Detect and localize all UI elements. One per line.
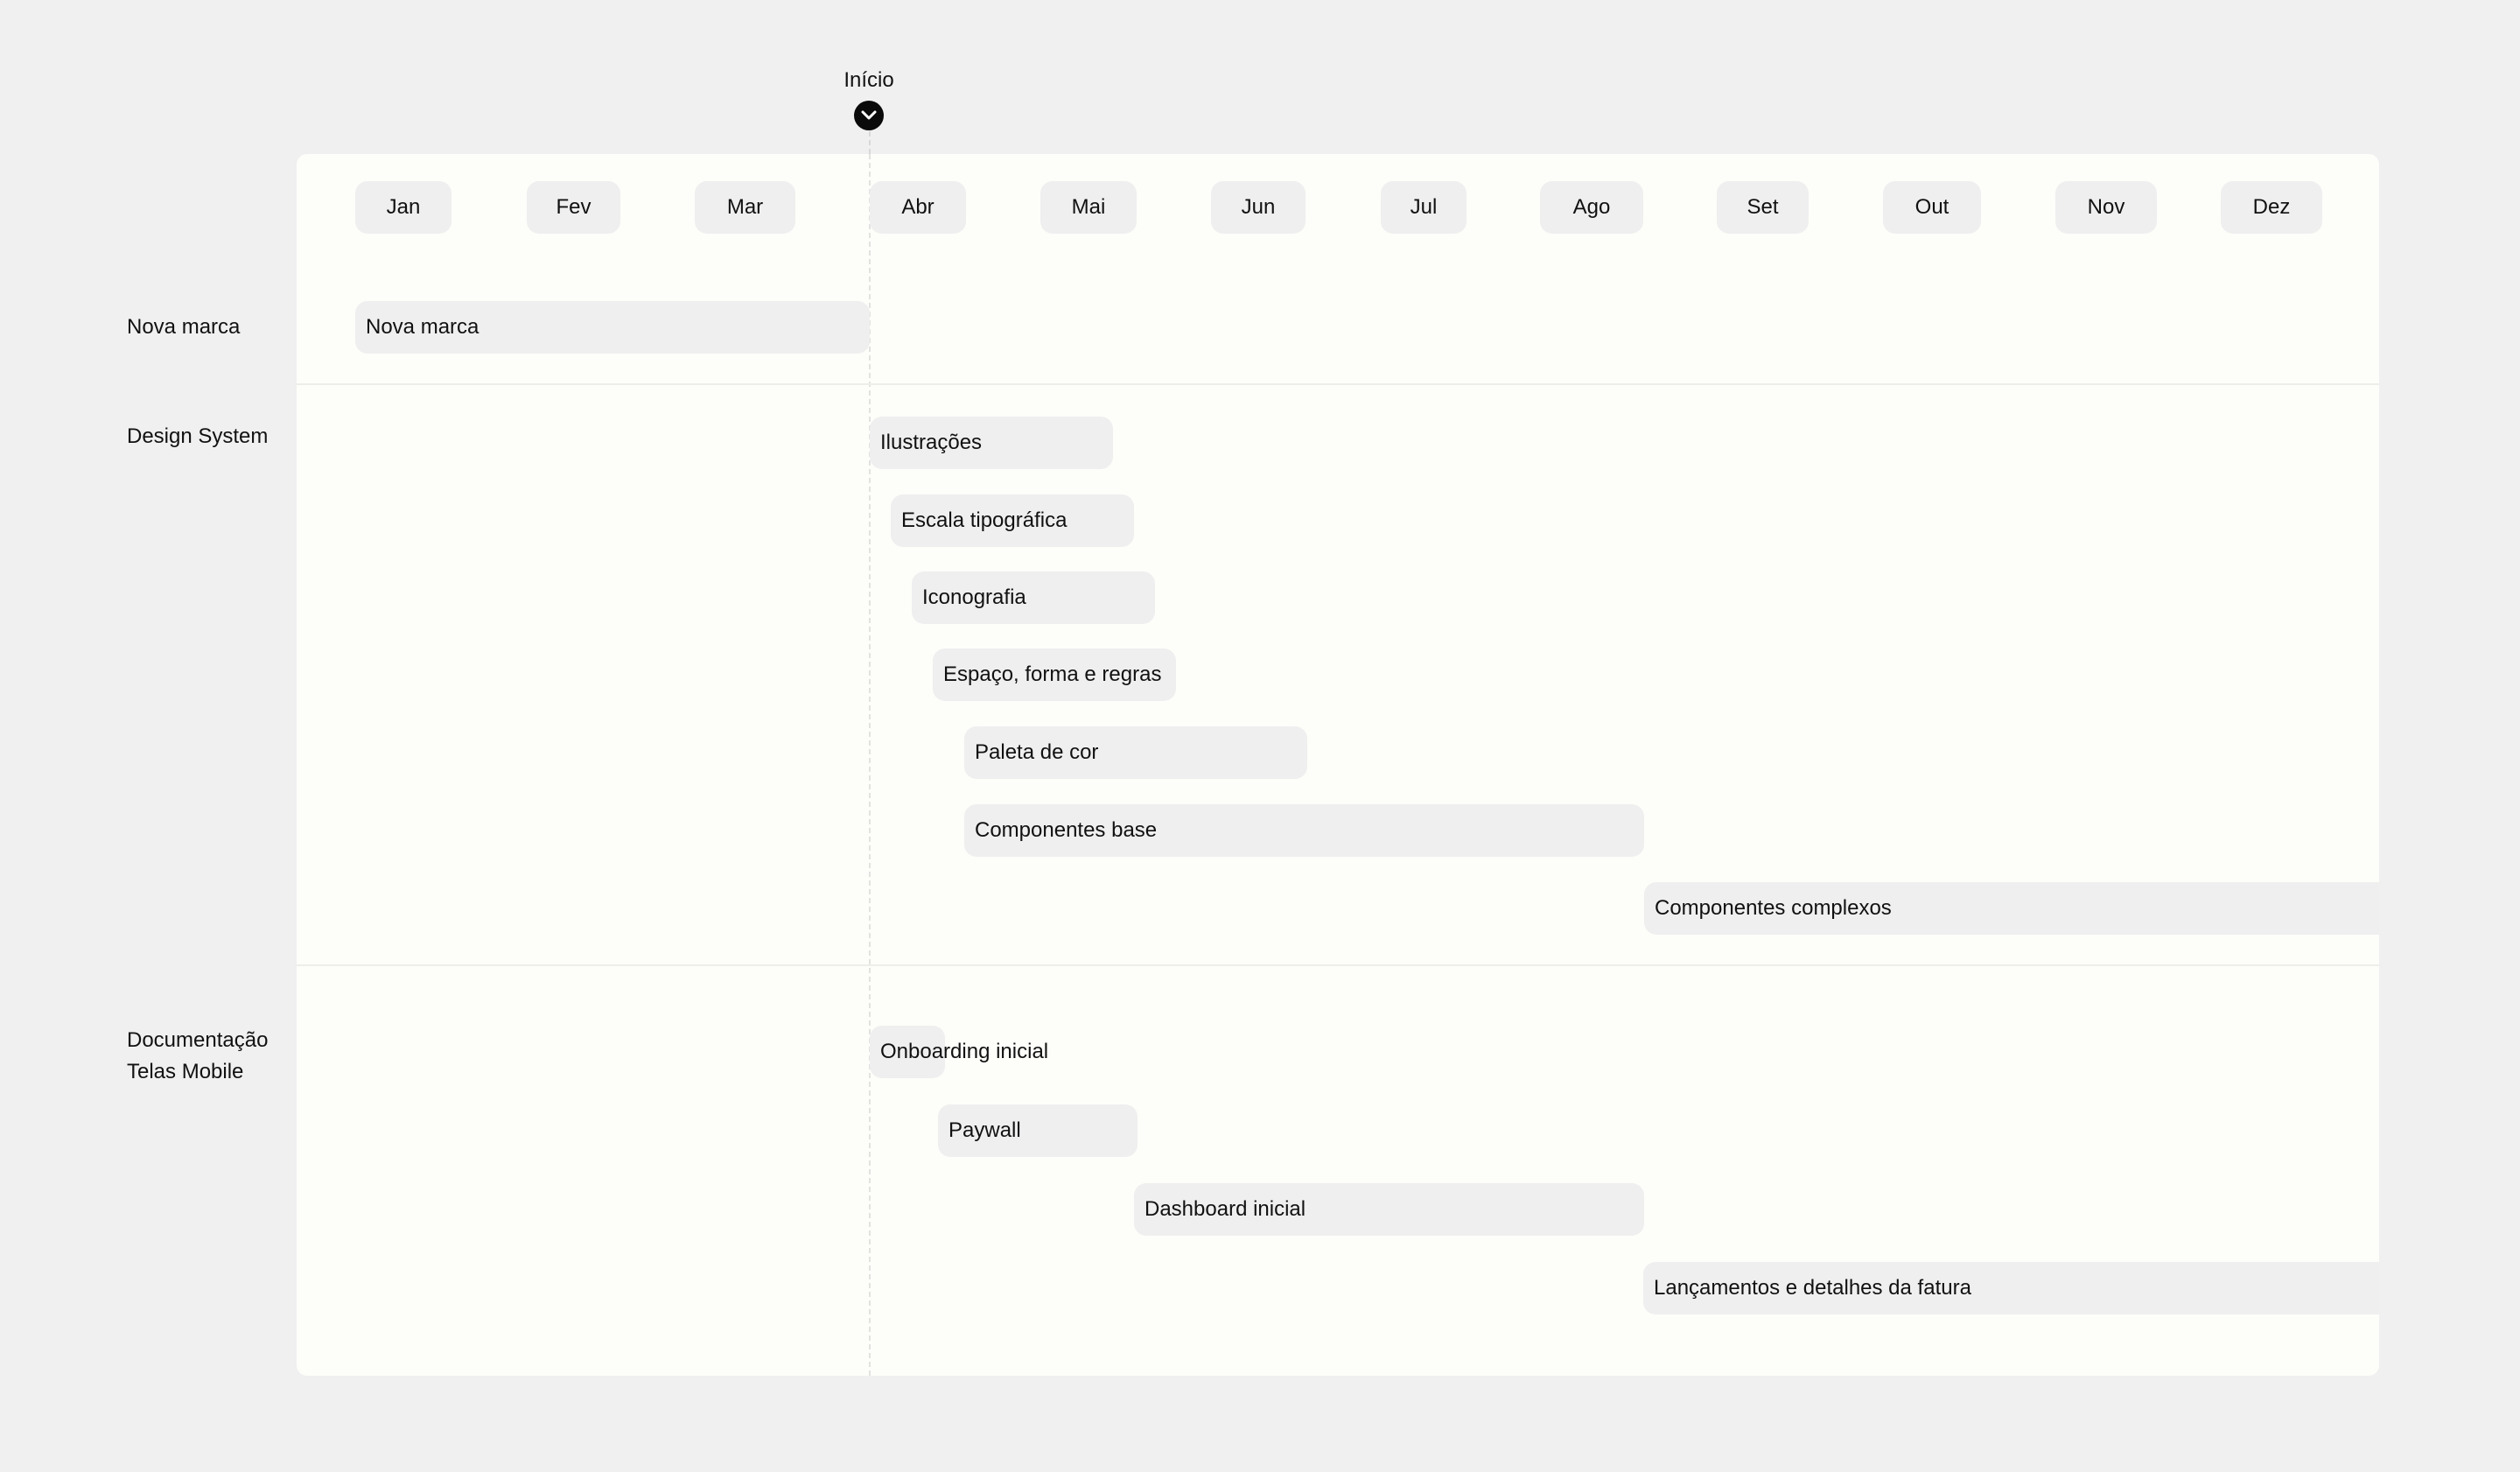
task-espaco-forma-regras[interactable]: Espaço, forma e regras	[933, 648, 1176, 701]
row-divider	[297, 383, 2379, 385]
month-jul[interactable]: Jul	[1381, 181, 1466, 234]
row-divider	[297, 964, 2379, 966]
month-fev[interactable]: Fev	[527, 181, 620, 234]
task-ilustracoes[interactable]: Ilustrações	[870, 417, 1113, 469]
task-componentes-complexos[interactable]: Componentes complexos	[1644, 882, 2379, 935]
chevron-down-icon[interactable]	[854, 101, 884, 130]
row-label-line: Telas Mobile	[127, 1060, 244, 1083]
task-escala-tipografica[interactable]: Escala tipográfica	[891, 494, 1134, 547]
task-dashboard-inicial[interactable]: Dashboard inicial	[1134, 1183, 1644, 1236]
month-mai[interactable]: Mai	[1040, 181, 1137, 234]
month-mar[interactable]: Mar	[695, 181, 795, 234]
task-paleta-de-cor[interactable]: Paleta de cor	[964, 726, 1307, 779]
row-label-design-system: Design System	[127, 424, 269, 448]
month-set[interactable]: Set	[1717, 181, 1809, 234]
task-paywall[interactable]: Paywall	[938, 1104, 1138, 1157]
task-nova-marca[interactable]: Nova marca	[355, 301, 870, 354]
task-componentes-base[interactable]: Componentes base	[964, 804, 1644, 857]
task-iconografia[interactable]: Iconografia	[912, 571, 1155, 624]
start-marker-label: Início	[844, 68, 894, 92]
timeline-board: Jan Fev Mar Abr Mai Jun Jul Ago Set Out …	[297, 154, 2379, 1376]
month-dez[interactable]: Dez	[2221, 181, 2322, 234]
row-label-documentacao: Documentação Telas Mobile	[127, 1025, 268, 1088]
month-nov[interactable]: Nov	[2055, 181, 2157, 234]
row-label-nova-marca: Nova marca	[127, 315, 241, 339]
month-ago[interactable]: Ago	[1540, 181, 1643, 234]
task-onboarding-inicial[interactable]: Onboarding inicial	[870, 1026, 1048, 1078]
task-lancamentos-fatura[interactable]: Lançamentos e detalhes da fatura	[1643, 1262, 2379, 1314]
row-label-line: Documentação	[127, 1028, 269, 1052]
marker-stem	[869, 131, 871, 154]
month-jun[interactable]: Jun	[1211, 181, 1306, 234]
month-abr[interactable]: Abr	[870, 181, 966, 234]
month-out[interactable]: Out	[1883, 181, 1981, 234]
month-jan[interactable]: Jan	[355, 181, 452, 234]
